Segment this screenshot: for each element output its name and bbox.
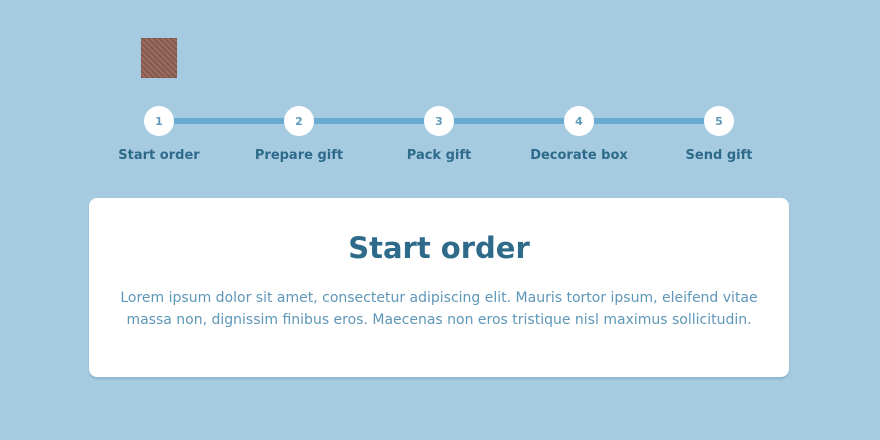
step-prepare-gift[interactable]: 2 Prepare gift	[229, 106, 369, 163]
step-send-gift[interactable]: 5 Send gift	[649, 106, 789, 163]
step-number-circle[interactable]: 5	[704, 106, 734, 136]
step-label: Prepare gift	[254, 148, 344, 163]
step-label: Pack gift	[406, 148, 472, 163]
step-start-order[interactable]: 1 Start order	[89, 106, 229, 163]
step-label: Send gift	[685, 148, 753, 163]
step-pack-gift[interactable]: 3 Pack gift	[369, 106, 509, 163]
card-description: Lorem ipsum dolor sit amet, consectetur …	[120, 290, 758, 328]
progress-stepper: 1 Start order 2 Prepare gift 3 Pack gift…	[0, 106, 880, 176]
card-title: Start order	[348, 231, 530, 265]
step-decorate-box[interactable]: 4 Decorate box	[509, 106, 649, 163]
page: 1 Start order 2 Prepare gift 3 Pack gift…	[0, 0, 880, 440]
step-number-circle[interactable]: 3	[424, 106, 454, 136]
step-number-circle[interactable]: 1	[144, 106, 174, 136]
step-number-circle[interactable]: 4	[564, 106, 594, 136]
gift-box-icon	[141, 38, 177, 78]
step-content-card: Start order Lorem ipsum dolor sit amet, …	[89, 198, 789, 377]
step-label: Start order	[118, 148, 200, 163]
step-number-circle[interactable]: 2	[284, 106, 314, 136]
step-label: Decorate box	[530, 148, 628, 163]
